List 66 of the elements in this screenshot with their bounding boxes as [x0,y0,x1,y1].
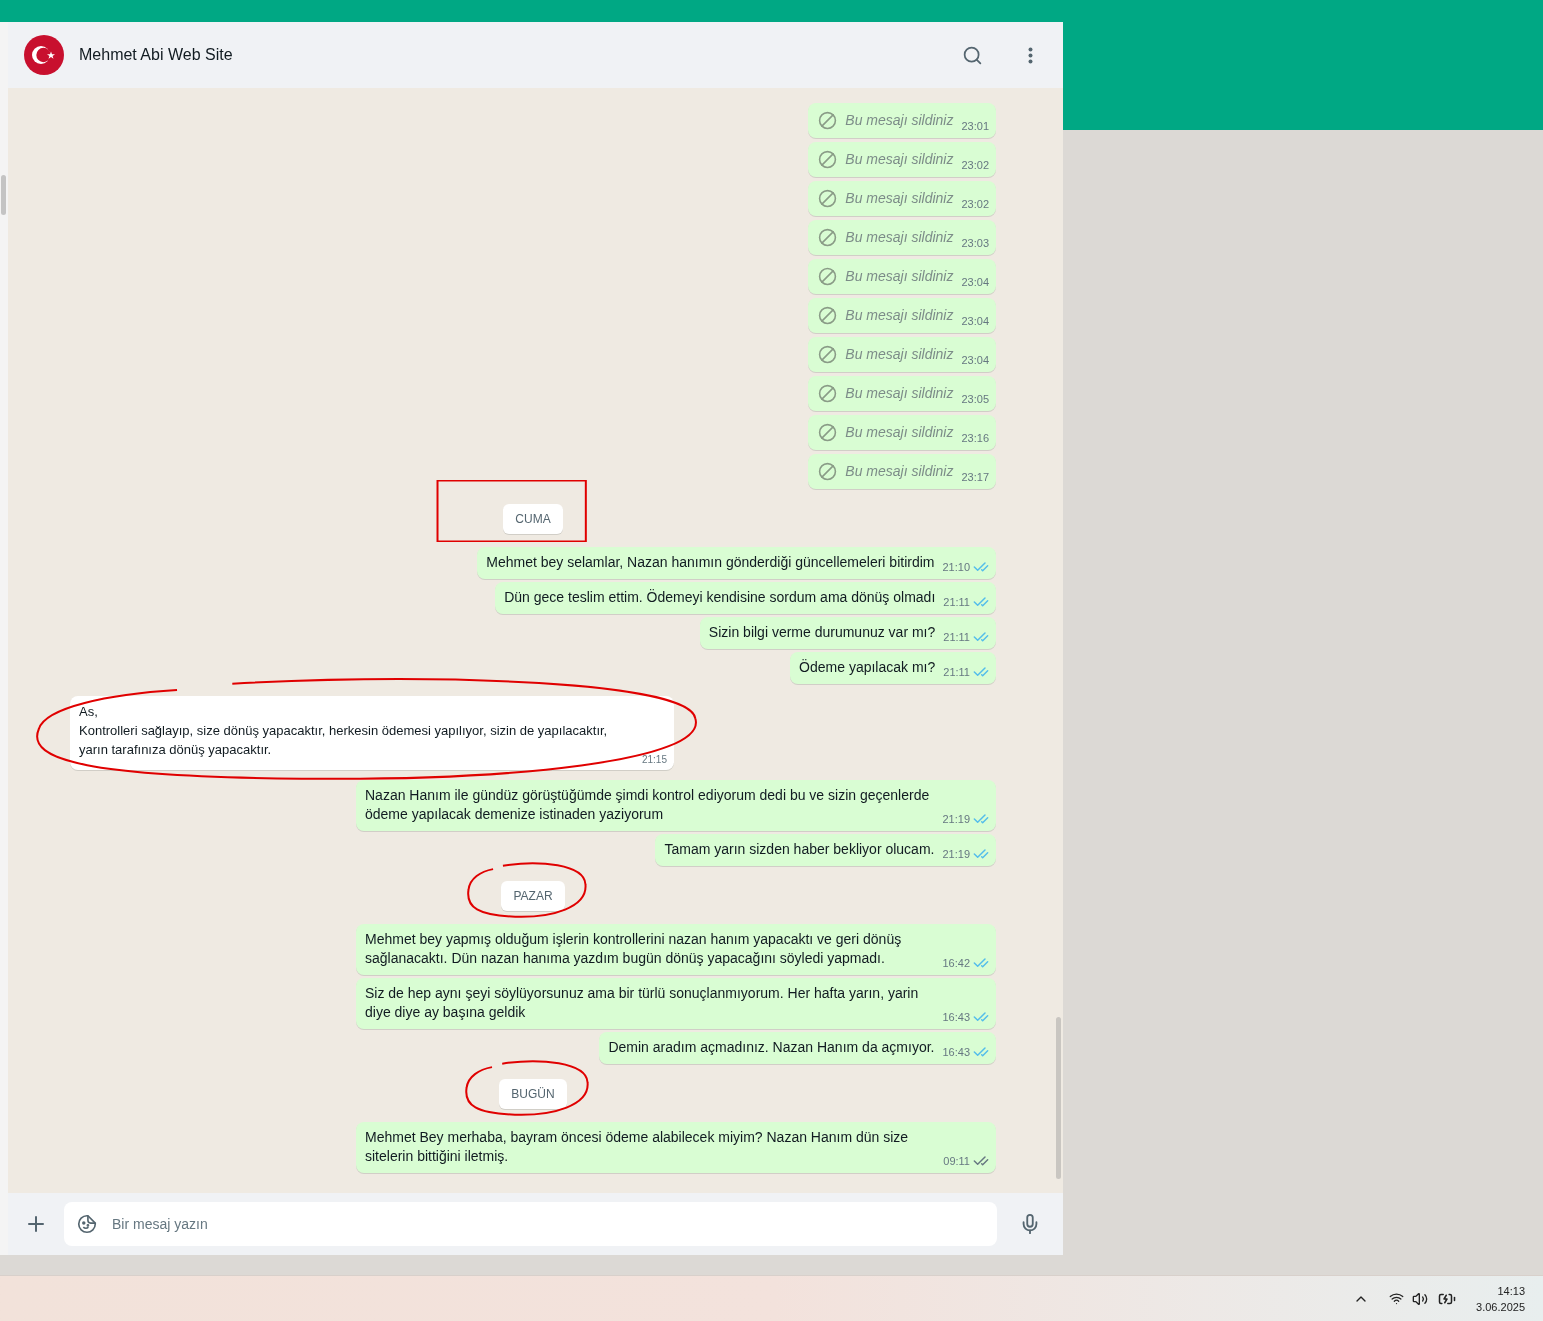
volume-icon[interactable] [1412,1290,1429,1307]
message-time: 09:11 [943,1153,970,1169]
deleted-message-text: Bu mesajı sildiniz [845,111,954,130]
message-time: 23:02 [961,196,989,212]
deleted-message-text: Bu mesajı sildiniz [845,345,954,364]
message-time: 23:03 [961,235,989,251]
deleted-icon [818,306,838,325]
date-chip: BUGÜN [499,1079,567,1109]
deleted-icon [818,384,838,403]
deleted-message-text: Bu mesajı sildiniz [845,423,954,442]
message-time: 16:43 [942,1044,970,1060]
message-text: Mehmet bey yapmış olduğum işlerin kontrollerini nazan hanım yapacaktı ve geri dönüş sağlanacaktı. Dün nazan hanıma yazdım bugün dönüş yapacağını söyledi yapmadı. [365,930,903,968]
deleted-message-text: Bu mesajı sildiniz [845,462,954,481]
message-time: 23:16 [961,430,989,446]
message-time: 21:11 [943,629,970,645]
message-text: Demin aradım açmadınız. Nazan Hanım da açmıyor. [608,1038,935,1057]
clock[interactable]: 14:13 3.06.2025 [1476,1282,1525,1315]
message-time: 23:04 [961,352,989,368]
deleted-message-text: Bu mesajı sildiniz [845,189,954,208]
deleted-icon [818,150,838,169]
message-time: 21:11 [943,664,970,680]
message-text: Sizin bilgi verme durumunuz var mı? [708,623,936,642]
message-time: 23:01 [961,118,989,134]
clock-time: 14:13 [1497,1283,1525,1299]
deleted-icon [818,189,838,208]
sticker-icon [76,1213,98,1235]
deleted-message-text: Bu mesajı sildiniz [845,306,954,325]
chat-title: Mehmet Abi Web Site [79,45,234,65]
date-chip: PAZAR [501,881,565,911]
message-text: Mehmet bey selamlar, Nazan hanımın gönderdiği güncellemeleri bitirdim [486,553,935,572]
message-time: 21:19 [942,846,970,862]
message-time: 21:11 [943,594,970,610]
message-time: 16:42 [942,955,970,971]
deleted-message-text: Bu mesajı sildiniz [845,267,954,286]
message-input-field[interactable]: Bir mesaj yazın [64,1202,997,1246]
flag-avatar-icon [24,35,64,75]
message-time: 23:04 [961,274,989,290]
wifi-icon[interactable] [1389,1291,1405,1306]
deleted-icon [818,345,838,364]
message-time: 21:15 [641,754,667,766]
deleted-message-text: Bu mesajı sildiniz [845,228,954,247]
deleted-icon [818,267,838,286]
deleted-message-text: Bu mesajı sildiniz [845,150,954,169]
message-text: Siz de hep aynı şeyi söylüyorsunuz ama bir türlü sonuçlanmıyorum. Her hafta yarın, yarin diye diye ay başına geldik [365,984,920,1022]
deleted-icon [818,228,838,247]
message-time: 23:04 [961,313,989,329]
message-time: 23:02 [961,157,989,173]
message-text: Tamam yarın sizden haber bekliyor olucam. [664,840,935,859]
deleted-icon [818,423,838,442]
menu-icon [1028,46,1033,64]
message-time: 21:19 [942,811,970,827]
message-time: 23:17 [961,469,989,485]
clock-date: 3.06.2025 [1476,1299,1525,1315]
message-text: Nazan Hanım ile gündüz görüştüğümde şimdi kontrol ediyorum dedi bu ve sizin geçenlerde ödeme yapılacak demenize istinaden yaziyorum [365,786,931,824]
deleted-message-text: Bu mesajı sildiniz [845,384,954,403]
search-icon [962,44,983,66]
deleted-icon [818,111,838,130]
deleted-icon [818,462,838,481]
date-chip: CUMA [503,504,563,534]
message-time: 16:43 [942,1009,970,1025]
scrollbar-thumb [1,175,6,215]
message-text: Mehmet Bey merhaba, bayram öncesi ödeme alabilecek miyim? Nazan Hanım dün size sitelerin bittiğini iletmiş. [365,1128,910,1166]
message-time: 21:10 [942,559,970,575]
message-time: 23:05 [961,391,989,407]
message-text: Dün gece teslim ettim. Ödemeyi kendisine sordum ama dönüş olmadı [504,588,936,607]
message-text: Ödeme yapılacak mı? [799,658,936,677]
